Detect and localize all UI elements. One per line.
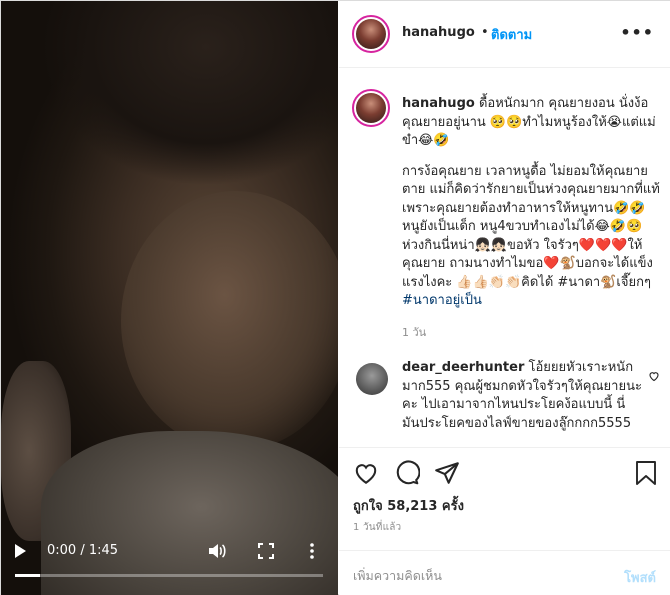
video-controls: 0:00 / 1:45 bbox=[1, 536, 338, 595]
caption-avatar[interactable] bbox=[352, 89, 390, 127]
volume-icon[interactable] bbox=[207, 542, 227, 560]
hashtag-link[interactable]: #นาดาอยู่เป็น bbox=[402, 293, 482, 308]
video-time: 0:00 / 1:45 bbox=[47, 543, 119, 558]
add-comment-input[interactable] bbox=[353, 565, 613, 585]
post-header: hanahugo • ติดตาม ••• bbox=[339, 1, 670, 68]
post-comment-button[interactable]: โพสต์ bbox=[624, 567, 656, 588]
post-age: 1 วันที่แล้ว bbox=[353, 522, 402, 533]
caption-age: 1 วัน bbox=[402, 326, 427, 339]
post-modal: 0:00 / 1:45 hanahugo • ติดตาม ••• hanahu… bbox=[0, 0, 670, 595]
video-more-icon[interactable] bbox=[307, 542, 317, 560]
caption-username[interactable]: hanahugo bbox=[402, 96, 475, 111]
likes-count[interactable]: ถูกใจ 58,213 ครั้ง bbox=[353, 495, 464, 516]
commenter-username[interactable]: dear_deerhunter bbox=[402, 360, 524, 375]
comment-like-icon[interactable] bbox=[648, 370, 660, 382]
video-progress-bar[interactable] bbox=[15, 574, 323, 577]
play-icon[interactable] bbox=[15, 544, 26, 558]
share-paper-plane-icon[interactable] bbox=[434, 460, 460, 486]
commenter-avatar[interactable] bbox=[356, 363, 388, 395]
author-username[interactable]: hanahugo bbox=[402, 25, 475, 40]
comment-bubble-icon[interactable] bbox=[394, 460, 420, 486]
follow-button[interactable]: ติดตาม bbox=[491, 24, 532, 45]
video-player[interactable]: 0:00 / 1:45 bbox=[1, 1, 338, 595]
caption: hanahugo ดื้อหนักมาก คุณยายงอน นั่งง้อคุ… bbox=[402, 95, 660, 323]
post-actions: ถูกใจ 58,213 ครั้ง 1 วันที่แล้ว โพสต์ bbox=[339, 447, 670, 595]
header-separator: • bbox=[481, 25, 489, 40]
like-heart-icon[interactable] bbox=[353, 460, 379, 486]
bookmark-icon[interactable] bbox=[634, 460, 660, 486]
comment: dear_deerhunter โอ้ยยยหัวเราะหนักมาก555 … bbox=[402, 359, 642, 433]
fullscreen-icon[interactable] bbox=[258, 543, 274, 559]
caption-text-2: การง้อคุณยาย เวลาหนูดื้อ ไม่ยอมให้คุณยาย… bbox=[402, 163, 660, 290]
video-frame-hair bbox=[41, 1, 338, 231]
post-side-panel: hanahugo • ติดตาม ••• hanahugo ดื้อหนักม… bbox=[339, 1, 670, 595]
author-avatar[interactable] bbox=[352, 15, 390, 53]
comments-list[interactable]: hanahugo ดื้อหนักมาก คุณยายงอน นั่งง้อคุ… bbox=[339, 69, 670, 447]
video-progress-fill bbox=[15, 574, 40, 577]
video-frame-face bbox=[121, 191, 338, 451]
add-comment-bar: โพสต์ bbox=[339, 550, 670, 595]
options-icon[interactable]: ••• bbox=[620, 23, 654, 42]
